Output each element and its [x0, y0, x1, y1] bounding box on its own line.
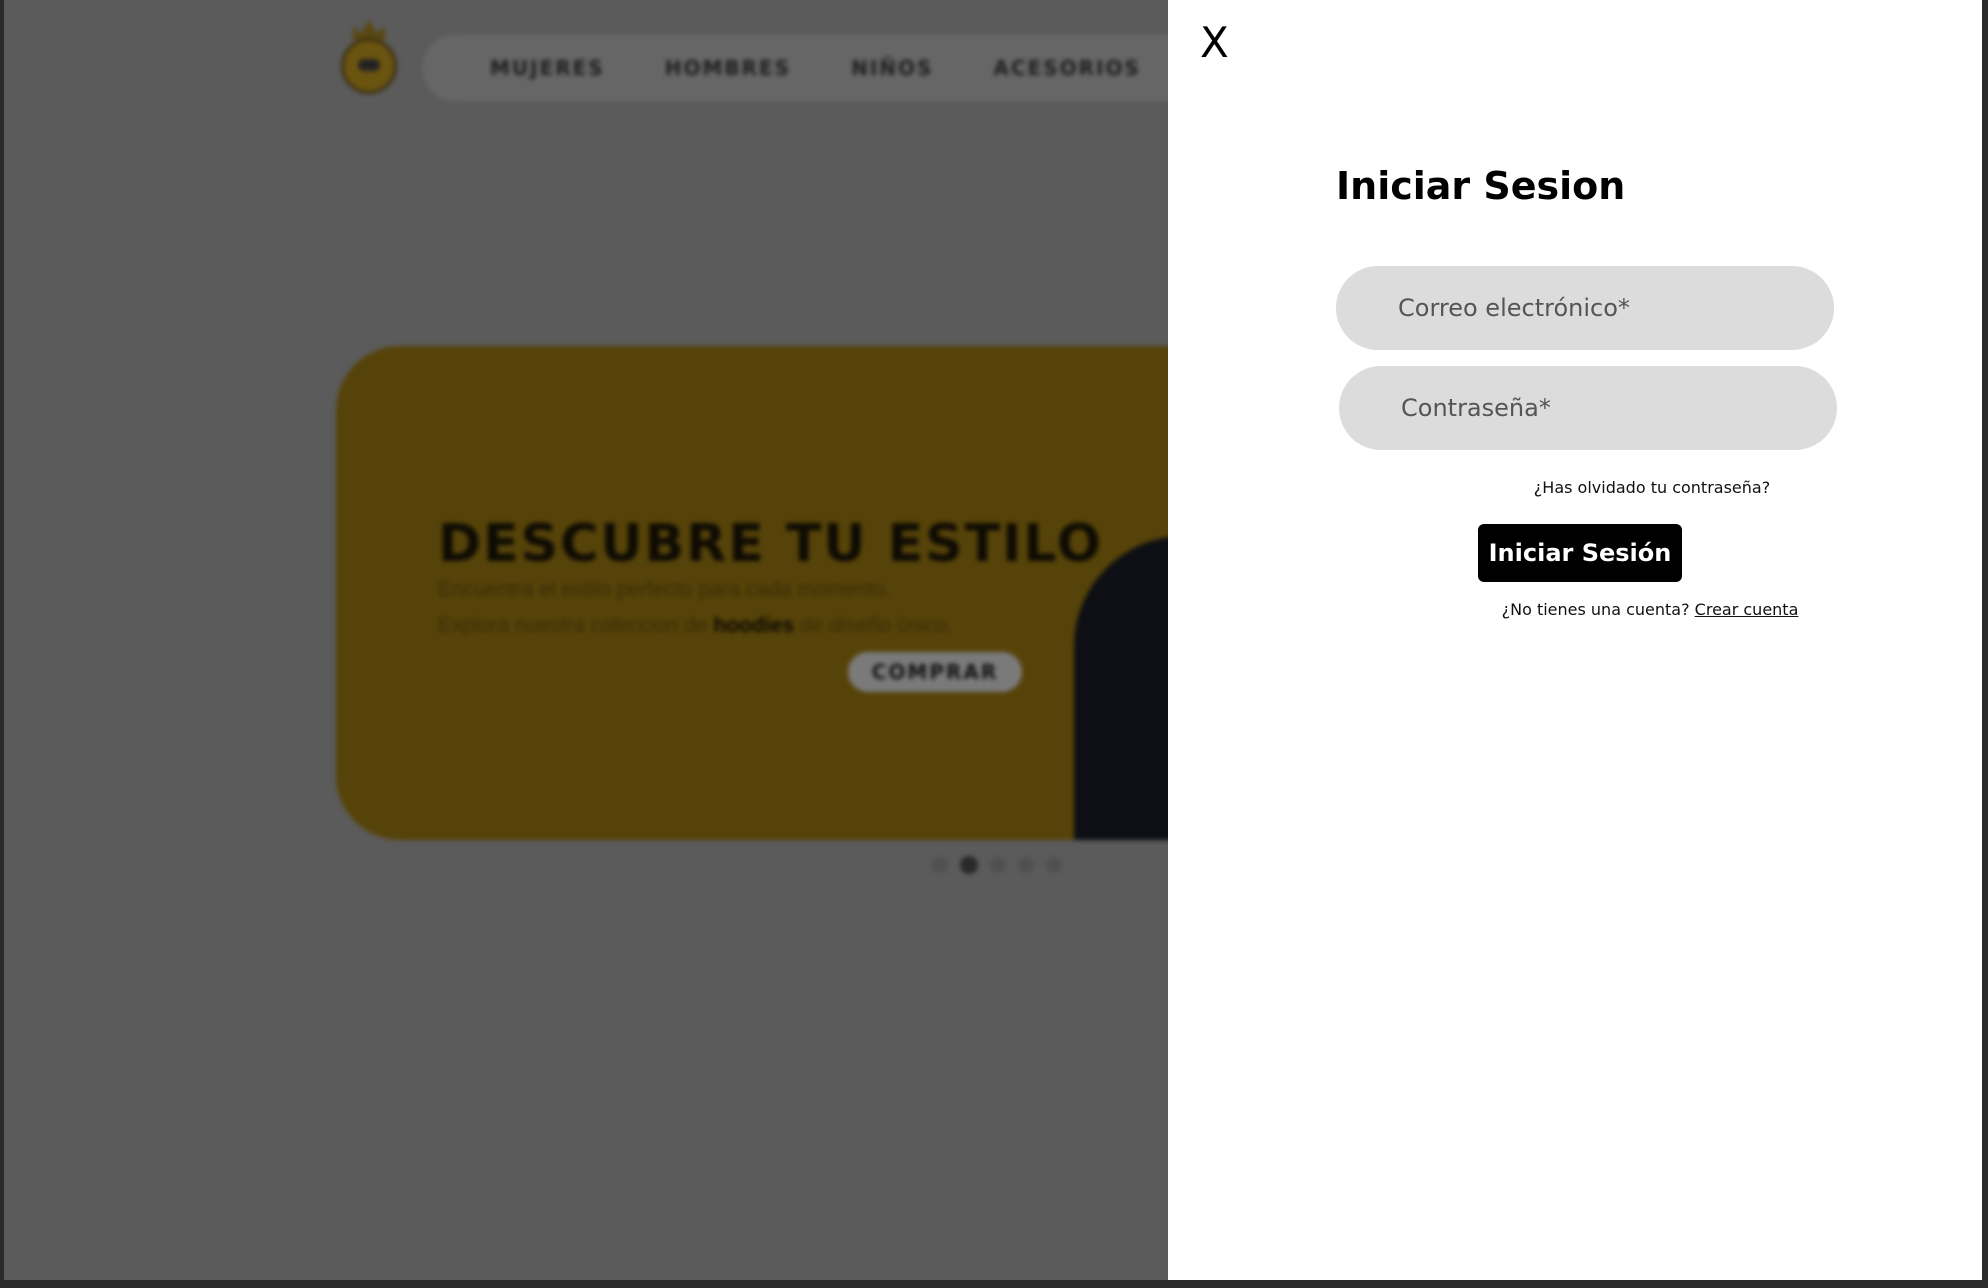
window-edge: [1982, 0, 1988, 1288]
hero-title: DESCUBRE TU ESTILO: [438, 514, 1103, 574]
login-button[interactable]: Iniciar Sesión: [1478, 524, 1682, 582]
carousel-dot[interactable]: [1018, 857, 1034, 873]
create-account-link[interactable]: Crear cuenta: [1695, 600, 1799, 619]
hero-subtitle-post: de diseño único.: [794, 614, 953, 637]
viewport: MUJERES HOMBRES NIÑOS ACESORIOS DESCUBRE…: [0, 0, 1988, 1288]
carousel-dot[interactable]: [1046, 857, 1062, 873]
email-field[interactable]: [1336, 266, 1834, 350]
carousel-dots: [932, 856, 1062, 874]
nav-item-hombres[interactable]: HOMBRES: [665, 56, 791, 80]
carousel-dot[interactable]: [932, 857, 948, 873]
no-account-text: ¿No tienes una cuenta?: [1501, 600, 1690, 619]
crown-icon: [353, 20, 385, 40]
hero-subtitle-pre: Explora nuestra coleccion de: [438, 614, 714, 637]
forgot-password-link[interactable]: ¿Has olvidado tu contraseña?: [1168, 478, 1982, 497]
nav-item-acesorios[interactable]: ACESORIOS: [993, 56, 1140, 80]
nav-item-mujeres[interactable]: MUJERES: [490, 56, 605, 80]
close-button[interactable]: X: [1200, 22, 1229, 64]
carousel-dot[interactable]: [990, 857, 1006, 873]
hero-shop-button[interactable]: COMPRAR: [848, 652, 1022, 692]
hero-subtitle-bold: hoodies: [713, 614, 795, 637]
logo-emblem: [341, 38, 397, 94]
brand-logo: [337, 20, 401, 112]
nav-item-ninos[interactable]: NIÑOS: [851, 56, 933, 80]
login-panel: X Iniciar Sesion ¿Has olvidado tu contra…: [1168, 0, 1982, 1280]
login-title: Iniciar Sesion: [1336, 164, 1626, 208]
signup-row: ¿No tienes una cuenta? Crear cuenta: [1168, 600, 1982, 619]
password-field[interactable]: [1339, 366, 1837, 450]
hero-subtitle-line2: Explora nuestra coleccion de hoodies de …: [438, 614, 953, 638]
hero-subtitle-line1: Encuentra el estilo perfecto para cada m…: [438, 578, 891, 601]
carousel-dot-active[interactable]: [960, 856, 978, 874]
